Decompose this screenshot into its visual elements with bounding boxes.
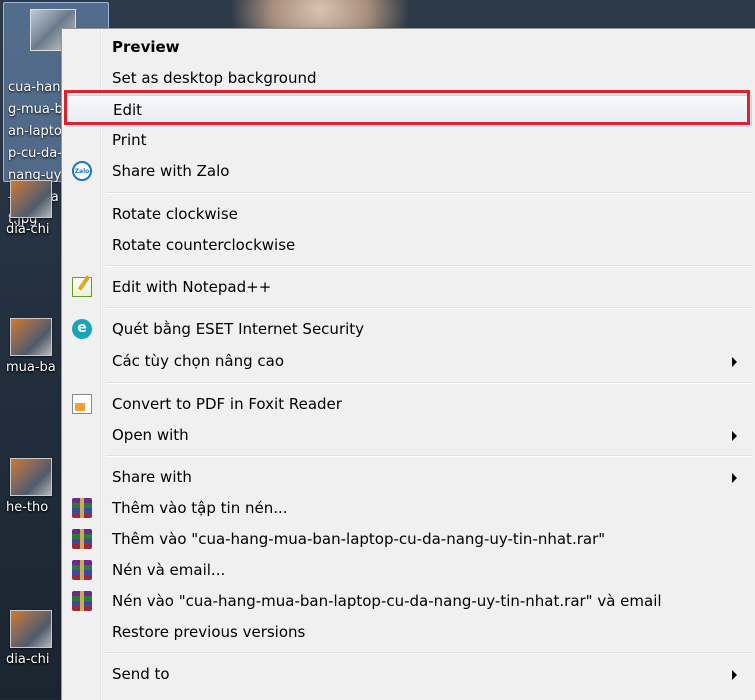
menu-item-label: Rotate clockwise — [112, 205, 238, 223]
menu-item-set-desktop-background[interactable]: Set as desktop background — [65, 64, 753, 92]
menu-item-rotate-clockwise[interactable]: Rotate clockwise — [65, 200, 753, 228]
desktop-icon[interactable]: mua-ba — [0, 318, 62, 376]
menu-item-label: Nén vào "cua-hang-mua-ban-laptop-cu-da-n… — [112, 592, 662, 610]
menu-item-label: Restore previous versions — [112, 623, 306, 641]
menu-item-convert-to-pdf[interactable]: Convert to PDF in Foxit Reader — [65, 390, 753, 418]
menu-item-restore-previous-versions[interactable]: Restore previous versions — [65, 618, 753, 646]
image-thumbnail-icon — [10, 610, 52, 648]
submenu-arrow-icon — [732, 431, 737, 441]
submenu-arrow-icon — [732, 357, 737, 367]
submenu-arrow-icon — [732, 670, 737, 680]
menu-item-label: Quét bằng ESET Internet Security — [112, 320, 365, 338]
image-thumbnail-icon — [10, 318, 52, 356]
notepadpp-icon — [72, 277, 92, 297]
menu-item-add-to-archive[interactable]: Thêm vào tập tin nén... — [65, 494, 753, 522]
menu-item-label: Set as desktop background — [112, 69, 317, 87]
menu-item-label: Open with — [112, 426, 189, 444]
menu-item-eset-scan[interactable]: Quét bằng ESET Internet Security — [65, 315, 753, 343]
menu-item-label: Edit with Notepad++ — [112, 278, 272, 296]
image-thumbnail-icon — [10, 180, 52, 218]
desktop-icon-label: he-tho — [6, 500, 49, 515]
menu-separator — [106, 307, 752, 309]
submenu-arrow-icon — [732, 473, 737, 483]
menu-item-label: Các tùy chọn nâng cao — [112, 352, 285, 370]
foxit-pdf-icon — [72, 394, 92, 414]
winrar-icon — [72, 498, 92, 518]
desktop-icon[interactable]: dia-chi — [0, 180, 62, 238]
menu-item-preview[interactable]: Preview — [65, 33, 753, 61]
winrar-icon — [72, 560, 92, 580]
image-thumbnail-icon — [10, 458, 52, 496]
menu-item-label: Nén và email... — [112, 561, 226, 579]
menu-separator — [106, 265, 752, 267]
menu-item-label: Convert to PDF in Foxit Reader — [112, 395, 342, 413]
menu-item-label: Thêm vào "cua-hang-mua-ban-laptop-cu-da-… — [112, 530, 606, 548]
menu-item-label: Thêm vào tập tin nén... — [112, 499, 288, 517]
menu-item-share-with[interactable]: Share with — [65, 463, 753, 491]
desktop-icon-label: dia-chi — [6, 222, 50, 237]
menu-item-compress-and-email[interactable]: Nén và email... — [65, 556, 753, 584]
eset-icon — [72, 319, 92, 339]
menu-item-label: Share with — [112, 468, 192, 486]
menu-separator — [106, 382, 752, 384]
zalo-icon: Zalo — [72, 161, 92, 181]
menu-item-label: Print — [112, 131, 147, 149]
menu-item-print[interactable]: Print — [65, 126, 753, 154]
menu-item-add-to-rar[interactable]: Thêm vào "cua-hang-mua-ban-laptop-cu-da-… — [65, 525, 753, 553]
desktop-icon[interactable]: dia-chi — [0, 610, 62, 668]
menu-item-label: Preview — [112, 38, 180, 56]
menu-item-rotate-counterclockwise[interactable]: Rotate counterclockwise — [65, 231, 753, 259]
context-menu: Preview Set as desktop background Edit P… — [61, 28, 755, 700]
menu-item-label: Send to — [112, 665, 170, 683]
menu-item-label: Share with Zalo — [112, 162, 230, 180]
winrar-icon — [72, 591, 92, 611]
highlight-annotation-box — [64, 90, 750, 125]
desktop-icon[interactable]: he-tho — [0, 458, 62, 516]
menu-item-compress-to-rar-and-email[interactable]: Nén vào "cua-hang-mua-ban-laptop-cu-da-n… — [65, 587, 753, 615]
menu-item-send-to[interactable]: Send to — [65, 660, 753, 688]
menu-item-open-with[interactable]: Open with — [65, 421, 753, 449]
menu-item-edit-with-notepadpp[interactable]: Edit with Notepad++ — [65, 273, 753, 301]
menu-item-share-with-zalo[interactable]: Zalo Share with Zalo — [65, 157, 753, 185]
menu-item-label: Rotate counterclockwise — [112, 236, 296, 254]
desktop-icon-label: mua-ba — [6, 360, 56, 375]
winrar-icon — [72, 529, 92, 549]
desktop-icon-label: dia-chi — [6, 652, 50, 667]
menu-separator — [106, 652, 752, 654]
menu-separator — [106, 455, 752, 457]
menu-separator — [106, 192, 752, 194]
menu-item-eset-advanced-options[interactable]: Các tùy chọn nâng cao — [65, 347, 753, 375]
